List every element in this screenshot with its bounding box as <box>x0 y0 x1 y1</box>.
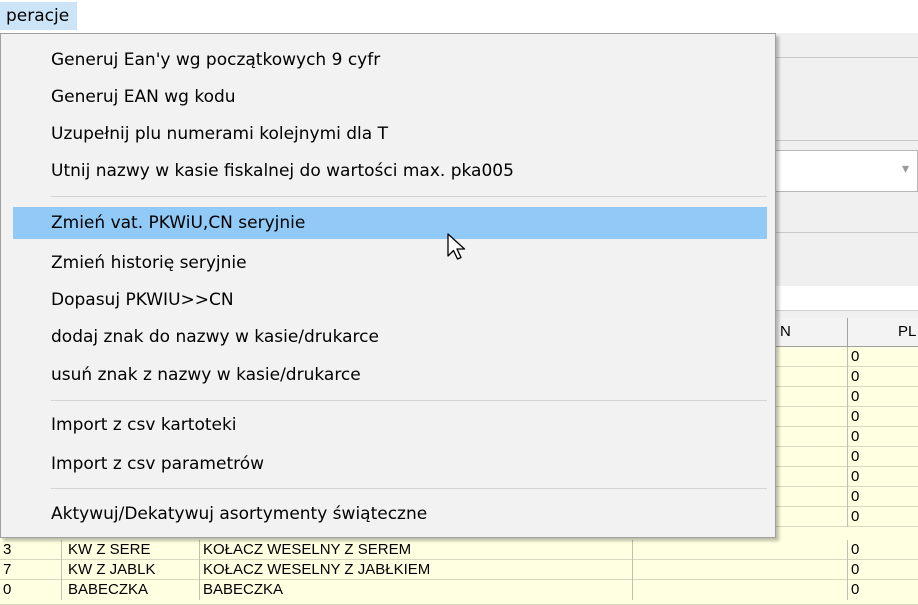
menu-item-import-kartoteki[interactable]: Import z csv kartoteki <box>13 409 767 441</box>
panel-divider <box>770 232 918 233</box>
cell-name <box>776 407 848 427</box>
cell-name <box>776 347 848 367</box>
filter-strip <box>770 286 918 311</box>
cell-name: KOŁACZ WESELNY Z JABŁKIEM <box>200 560 633 580</box>
menu-item-uzupelnij-plu[interactable]: Uzupełnij plu numerami kolejnymi dla T <box>13 118 767 150</box>
cell-number: 7 <box>0 560 62 580</box>
menu-operacje[interactable]: peracje <box>0 2 78 30</box>
cell-code: BABECZKA <box>62 580 200 600</box>
cell-name <box>776 487 848 507</box>
cell-number: 3 <box>0 540 62 560</box>
cell-name: KOŁACZ WESELNY Z SEREM <box>200 540 633 560</box>
header-col-name[interactable]: N <box>776 318 848 346</box>
menu-item-import-parametrow[interactable]: Import z csv parametrów <box>13 448 767 480</box>
menu-item-generuj-ean-kod[interactable]: Generuj EAN wg kodu <box>13 81 767 113</box>
table-row[interactable]: 7 KW Z JABLK KOŁACZ WESELNY Z JABŁKIEM 0 <box>0 560 918 580</box>
cell-pl: 0 <box>851 428 860 445</box>
menu-item-zmien-historie[interactable]: Zmień historię seryjnie <box>13 247 767 279</box>
menu-item-dodaj-znak[interactable]: dodaj znak do nazwy w kasie/drukarce <box>13 321 767 353</box>
cell-empty <box>633 560 848 580</box>
menu-separator <box>51 196 767 197</box>
cell-code: KW Z SERE <box>62 540 200 560</box>
cell-pl: 0 <box>851 508 860 525</box>
cell-pl: 0 <box>851 561 860 578</box>
menu-item-zmien-vat[interactable]: Zmień vat. PKWiU,CN seryjnie <box>13 207 767 239</box>
cell-pl: 0 <box>851 541 860 558</box>
cell-pl: 0 <box>851 448 860 465</box>
cell-name <box>776 387 848 407</box>
menu-item-usun-znak[interactable]: usuń znak z nazwy w kasie/drukarce <box>13 359 767 391</box>
menu-item-aktywuj-swiateczne[interactable]: Aktywuj/Dekatywuj asortymenty świąteczne <box>13 498 767 530</box>
chevron-down-icon[interactable]: ▾ <box>902 161 909 177</box>
cell-pl: 0 <box>851 488 860 505</box>
operacje-dropdown-menu: Generuj Ean'y wg początkowych 9 cyfr Gen… <box>0 33 776 538</box>
cell-name <box>776 447 848 467</box>
filter-combobox[interactable]: ▾ <box>775 150 918 192</box>
menu-separator <box>51 488 767 489</box>
cell-pl: 0 <box>851 408 860 425</box>
menu-item-dopasuj-pkwiu[interactable]: Dopasuj PKWIU>>CN <box>13 284 767 316</box>
panel-divider <box>770 57 918 58</box>
header-col-pl[interactable]: PL <box>848 318 918 346</box>
menu-bar: peracje <box>0 0 918 33</box>
table-row[interactable]: 0 BABECZKA BABECZKA 0 <box>0 580 918 605</box>
menu-item-generuj-ean-9[interactable]: Generuj Ean'y wg początkowych 9 cyfr <box>13 44 767 76</box>
cell-code: KW Z JABLK <box>62 560 200 580</box>
cell-name <box>776 467 848 487</box>
cell-name: BABECZKA <box>200 580 633 600</box>
cell-name <box>776 367 848 387</box>
cell-name <box>776 427 848 447</box>
cell-name <box>776 507 848 527</box>
cell-number: 0 <box>0 580 62 600</box>
menu-separator <box>51 400 767 401</box>
cell-pl: 0 <box>851 348 860 365</box>
menu-item-utnij-nazwy[interactable]: Utnij nazwy w kasie fiskalnej do wartośc… <box>13 155 767 187</box>
mouse-pointer-icon <box>447 233 466 260</box>
table-row[interactable]: 3 KW Z SERE KOŁACZ WESELNY Z SEREM 0 <box>0 540 918 560</box>
cell-empty <box>633 540 848 560</box>
cell-pl: 0 <box>851 388 860 405</box>
cell-pl: 0 <box>851 581 860 598</box>
cell-pl: 0 <box>851 468 860 485</box>
cell-empty <box>633 580 848 600</box>
cell-pl: 0 <box>851 368 860 385</box>
panel-divider <box>770 140 918 141</box>
